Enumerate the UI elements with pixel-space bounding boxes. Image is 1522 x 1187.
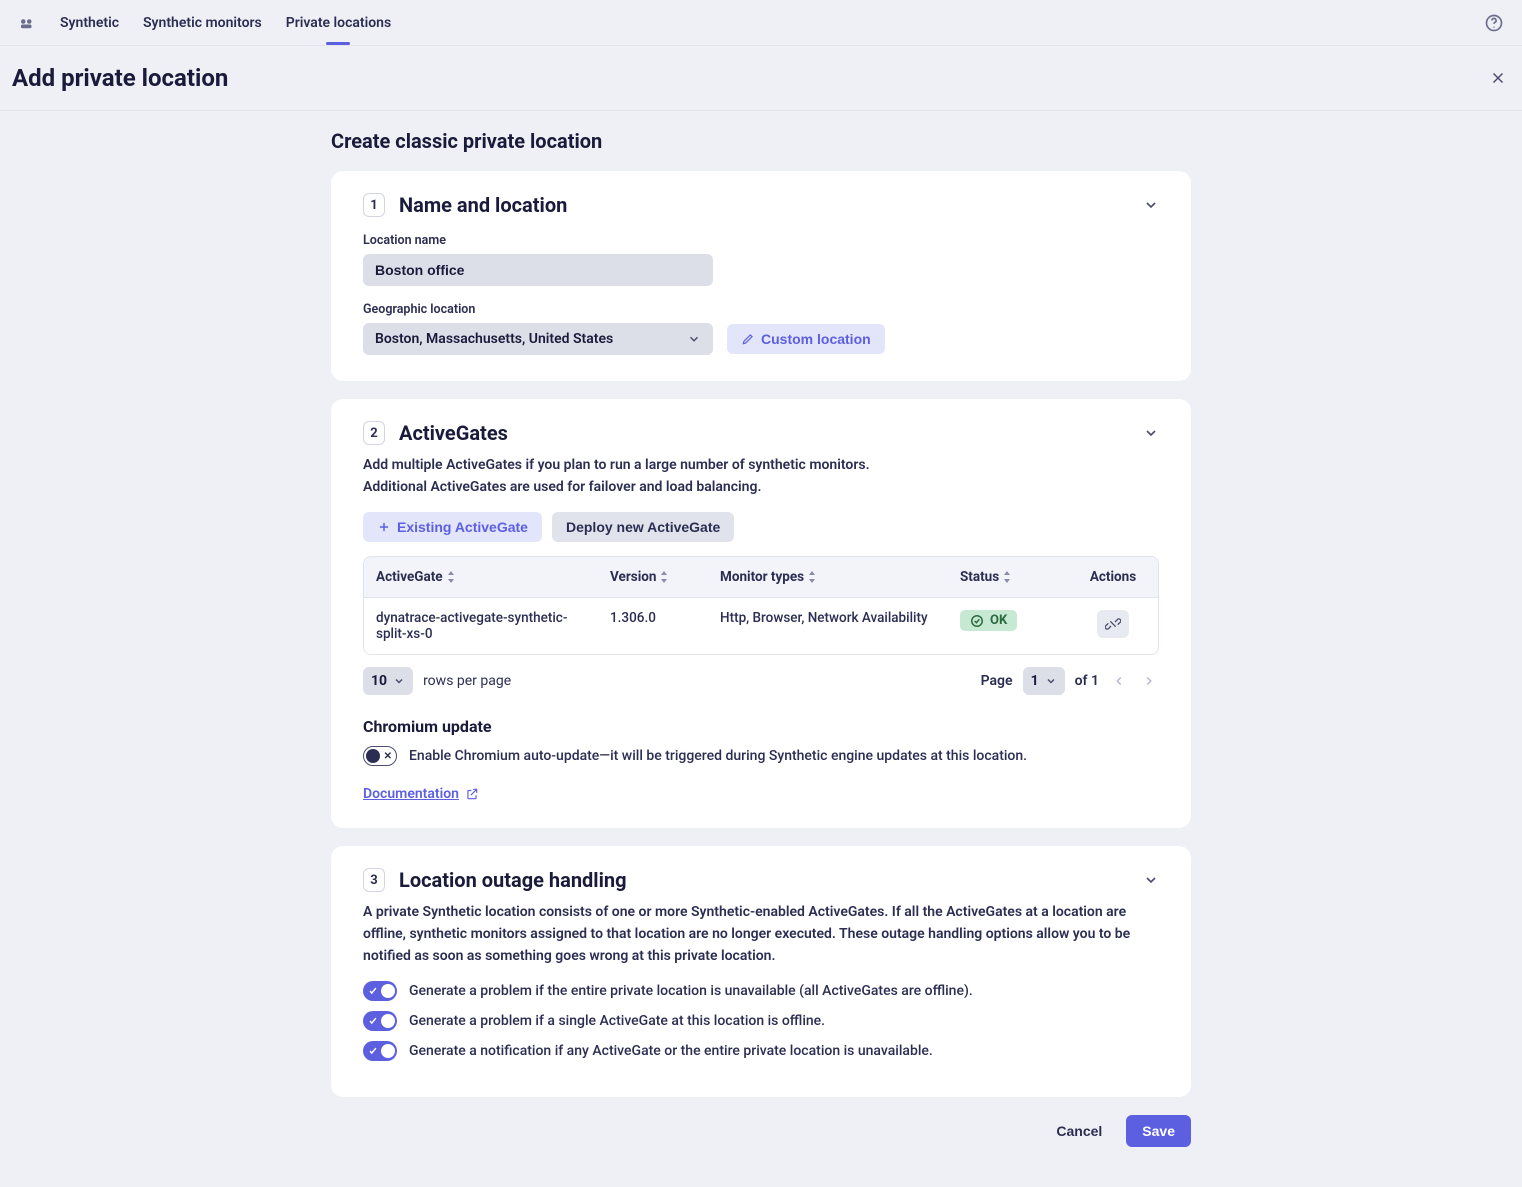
sort-icon [1003, 571, 1013, 583]
sort-icon [808, 571, 818, 583]
outage-entire-location-label: Generate a problem if the entire private… [409, 983, 973, 999]
next-page-button[interactable] [1139, 671, 1159, 691]
geo-location-select[interactable]: Boston, Massachusetts, United States [363, 323, 713, 355]
nav-synthetic-monitors[interactable]: Synthetic monitors [143, 0, 262, 45]
top-nav: Synthetic Synthetic monitors Private loc… [0, 0, 1522, 46]
app-logo-icon [18, 14, 36, 32]
rows-per-page-label: rows per page [423, 673, 511, 689]
save-button[interactable]: Save [1126, 1115, 1191, 1147]
outage-notification-toggle[interactable] [363, 1041, 397, 1061]
activegates-table: ActiveGate Version Monitor types Status … [363, 556, 1159, 655]
documentation-link[interactable]: Documentation [363, 786, 479, 802]
card-outage-handling: 3 Location outage handling A private Syn… [331, 846, 1191, 1097]
check-icon [368, 1046, 378, 1056]
card-activegates: 2 ActiveGates Add multiple ActiveGates i… [331, 399, 1191, 828]
step-3-badge: 3 [363, 868, 385, 892]
location-name-input[interactable] [363, 254, 713, 286]
outage-single-activegate-toggle[interactable] [363, 1011, 397, 1031]
collapse-step-2[interactable] [1143, 425, 1159, 441]
rows-per-page-select[interactable]: 10 [363, 667, 413, 695]
th-version[interactable]: Version [598, 557, 708, 597]
th-monitor-types[interactable]: Monitor types [708, 557, 948, 597]
plus-icon [377, 520, 391, 534]
outage-single-activegate-label: Generate a problem if a single ActiveGat… [409, 1013, 825, 1029]
check-icon [368, 1016, 378, 1026]
step-3-title: Location outage handling [399, 868, 627, 892]
geo-location-value: Boston, Massachusetts, United States [375, 331, 613, 347]
help-icon[interactable] [1484, 13, 1504, 33]
page-header: Add private location [0, 46, 1522, 111]
outage-notification-label: Generate a notification if any ActiveGat… [409, 1043, 933, 1059]
chevron-down-icon [393, 675, 405, 687]
nav-private-locations[interactable]: Private locations [286, 0, 391, 45]
section-title: Create classic private location [331, 129, 1191, 153]
collapse-step-3[interactable] [1143, 872, 1159, 888]
cell-actions [1068, 598, 1158, 654]
page-title: Add private location [12, 64, 228, 92]
outage-entire-location-toggle[interactable] [363, 981, 397, 1001]
step-1-title: Name and location [399, 193, 567, 217]
table-header: ActiveGate Version Monitor types Status … [364, 557, 1158, 598]
collapse-step-1[interactable] [1143, 197, 1159, 213]
footer-buttons: Cancel Save [331, 1115, 1191, 1147]
cell-status: OK [948, 598, 1068, 654]
sort-icon [447, 571, 457, 583]
unlink-button[interactable] [1097, 610, 1129, 638]
close-button[interactable] [1486, 66, 1510, 90]
sort-icon [660, 571, 670, 583]
pencil-icon [741, 332, 755, 346]
step-2-title: ActiveGates [399, 421, 508, 445]
x-icon: ✕ [384, 751, 392, 762]
nav-synthetic[interactable]: Synthetic [60, 0, 119, 45]
page-label: Page [981, 673, 1013, 689]
location-name-label: Location name [363, 233, 1159, 248]
existing-activegate-label: Existing ActiveGate [397, 519, 528, 535]
prev-page-button[interactable] [1109, 671, 1129, 691]
external-link-icon [465, 787, 479, 801]
geo-location-label: Geographic location [363, 302, 1159, 317]
chromium-autoupdate-label: Enable Chromium auto-update—it will be t… [409, 748, 1027, 764]
chromium-update-heading: Chromium update [363, 717, 1159, 736]
unlink-icon [1105, 616, 1121, 632]
cancel-button[interactable]: Cancel [1046, 1115, 1112, 1147]
cell-activegate: dynatrace-activegate-synthetic-split-xs-… [364, 598, 598, 654]
page-of-label: of 1 [1075, 673, 1099, 689]
step-2-badge: 2 [363, 421, 385, 445]
existing-activegate-button[interactable]: Existing ActiveGate [363, 512, 542, 542]
th-actions: Actions [1068, 557, 1158, 597]
card-name-location: 1 Name and location Location name Geogra… [331, 171, 1191, 381]
chevron-down-icon [1045, 675, 1057, 687]
th-activegate[interactable]: ActiveGate [364, 557, 598, 597]
check-circle-icon [970, 614, 984, 628]
outage-help: A private Synthetic location consists of… [363, 902, 1159, 967]
table-row: dynatrace-activegate-synthetic-split-xs-… [364, 598, 1158, 654]
status-badge: OK [960, 610, 1017, 631]
activegates-help: Add multiple ActiveGates if you plan to … [363, 455, 1159, 498]
chevron-down-icon [687, 332, 701, 346]
deploy-activegate-label: Deploy new ActiveGate [566, 519, 720, 535]
cell-version: 1.306.0 [598, 598, 708, 654]
check-icon [368, 986, 378, 996]
page-select[interactable]: 1 [1023, 667, 1065, 695]
chromium-autoupdate-toggle[interactable]: ✕ [363, 746, 397, 766]
cell-monitor-types: Http, Browser, Network Availability [708, 598, 948, 654]
custom-location-button[interactable]: Custom location [727, 324, 885, 354]
deploy-activegate-button[interactable]: Deploy new ActiveGate [552, 512, 734, 542]
th-status[interactable]: Status [948, 557, 1068, 597]
step-1-badge: 1 [363, 193, 385, 217]
custom-location-label: Custom location [761, 331, 871, 347]
